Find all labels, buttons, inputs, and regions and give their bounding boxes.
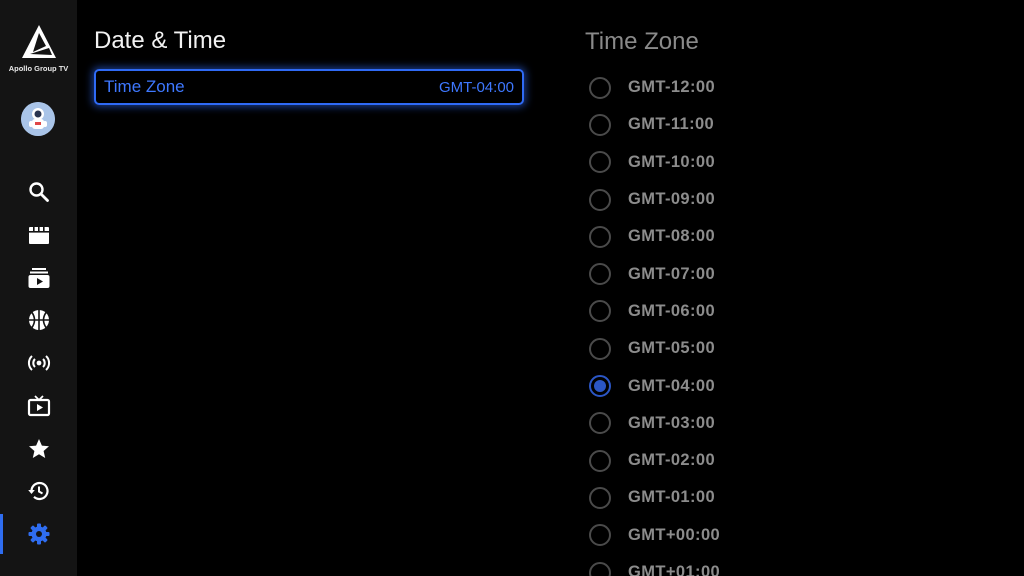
time-zone-option-label: GMT-02:00 — [628, 451, 716, 470]
radio-unchecked-icon[interactable] — [589, 151, 611, 174]
radio-checked-icon[interactable] — [589, 375, 611, 398]
radio-unchecked-icon[interactable] — [589, 300, 611, 323]
radio-unchecked-icon[interactable] — [589, 524, 611, 547]
time-zone-option[interactable]: GMT-01:00 — [589, 479, 1009, 516]
page-title: Date & Time — [94, 27, 227, 54]
time-zone-option-label: GMT-04:00 — [628, 376, 716, 395]
time-zone-option-label: GMT-08:00 — [628, 227, 716, 246]
nav-movies[interactable] — [0, 215, 77, 255]
time-zone-option[interactable]: GMT-11:00 — [589, 106, 1009, 143]
radio-unchecked-icon[interactable] — [589, 561, 611, 576]
radio-unchecked-icon[interactable] — [589, 449, 611, 472]
time-zone-option-label: GMT-06:00 — [628, 301, 716, 320]
radio-unchecked-icon[interactable] — [589, 263, 611, 286]
nav-history[interactable] — [0, 471, 77, 511]
radio-unchecked-icon[interactable] — [589, 225, 611, 248]
movies-icon — [28, 227, 49, 244]
time-zone-panel-title: Time Zone — [585, 28, 699, 55]
time-zone-option-label: GMT-12:00 — [628, 78, 716, 97]
nav-settings[interactable] — [0, 514, 77, 554]
time-zone-option[interactable]: GMT-04:00 — [589, 367, 1009, 404]
nav-tv[interactable] — [0, 386, 77, 426]
nav-series[interactable] — [0, 258, 77, 298]
avatar[interactable] — [21, 102, 55, 136]
history-icon — [27, 481, 49, 501]
time-zone-setting[interactable]: Time Zone GMT-04:00 — [94, 69, 524, 105]
nav-live[interactable] — [0, 343, 77, 383]
time-zone-label: Time Zone — [104, 77, 185, 96]
app-logo: Apollo Group TV — [0, 24, 77, 73]
time-zone-option-label: GMT-05:00 — [628, 339, 716, 358]
radio-unchecked-icon[interactable] — [589, 113, 611, 136]
time-zone-option[interactable]: GMT+01:00 — [589, 554, 1009, 576]
time-zone-option-label: GMT-11:00 — [628, 115, 715, 134]
tv-icon — [27, 395, 50, 417]
app-name: Apollo Group TV — [8, 64, 69, 73]
time-zone-option-label: GMT-10:00 — [628, 152, 716, 171]
time-zone-option[interactable]: GMT-05:00 — [589, 330, 1009, 367]
time-zone-options-list: GMT-12:00 GMT-11:00 GMT-10:00 GMT-09:00 GMT-… — [589, 69, 1009, 576]
star-icon — [28, 439, 49, 458]
radio-unchecked-icon[interactable] — [589, 486, 611, 509]
nav-favorites[interactable] — [0, 429, 77, 469]
time-zone-option[interactable]: GMT-02:00 — [589, 442, 1009, 479]
time-zone-option[interactable]: GMT+00:00 — [589, 517, 1009, 554]
time-zone-option-label: GMT-03:00 — [628, 413, 716, 432]
gear-icon — [28, 523, 49, 545]
radio-unchecked-icon[interactable] — [589, 188, 611, 211]
search-icon — [28, 182, 49, 202]
time-zone-option-label: GMT+01:00 — [628, 563, 721, 576]
live-icon — [27, 355, 50, 371]
time-zone-option[interactable]: GMT-06:00 — [589, 293, 1009, 330]
time-zone-option[interactable]: GMT-09:00 — [589, 181, 1009, 218]
sports-icon — [28, 310, 49, 330]
time-zone-value: GMT-04:00 — [438, 78, 514, 96]
sidebar: Apollo Group TV — [0, 0, 77, 576]
nav-search[interactable] — [0, 172, 77, 212]
time-zone-option[interactable]: GMT-10:00 — [589, 144, 1009, 181]
nav-sports[interactable] — [0, 300, 77, 340]
series-icon — [28, 268, 49, 288]
radio-unchecked-icon[interactable] — [589, 76, 611, 99]
time-zone-option-label: GMT-01:00 — [628, 488, 716, 507]
time-zone-option-label: GMT+00:00 — [628, 525, 721, 544]
time-zone-option[interactable]: GMT-03:00 — [589, 405, 1009, 442]
apollo-logo-icon — [21, 25, 56, 58]
radio-unchecked-icon[interactable] — [589, 337, 611, 360]
time-zone-option-label: GMT-09:00 — [628, 190, 716, 209]
astronaut-avatar-icon — [21, 102, 55, 136]
time-zone-option[interactable]: GMT-08:00 — [589, 218, 1009, 255]
radio-unchecked-icon[interactable] — [589, 412, 611, 435]
time-zone-option-label: GMT-07:00 — [628, 264, 716, 283]
time-zone-option[interactable]: GMT-07:00 — [589, 255, 1009, 292]
time-zone-option[interactable]: GMT-12:00 — [589, 69, 1009, 106]
